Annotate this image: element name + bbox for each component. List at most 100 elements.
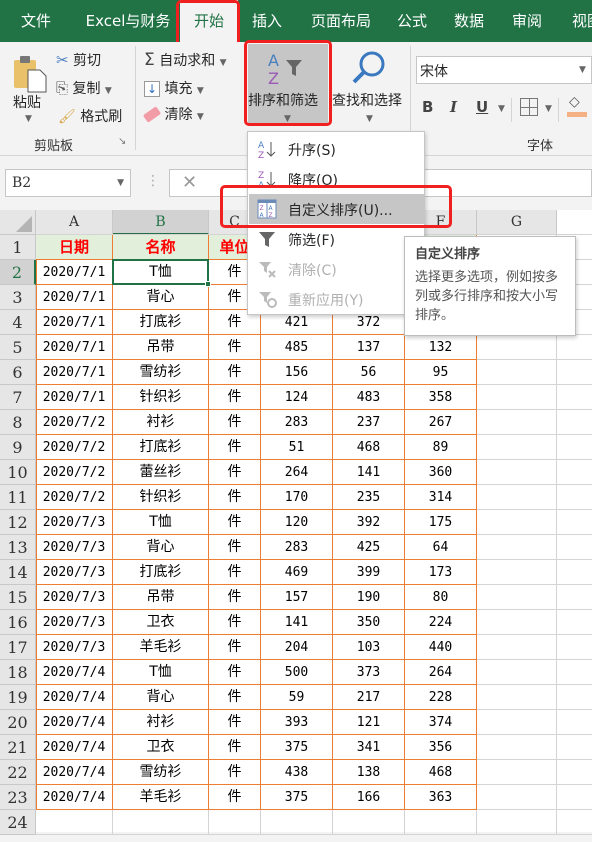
- table-cell[interactable]: 64: [405, 535, 477, 560]
- table-cell[interactable]: 283: [261, 410, 333, 435]
- row-header[interactable]: 15: [0, 585, 36, 610]
- paste-button[interactable]: [12, 54, 48, 94]
- fill-button[interactable]: ↓ 填充 ▼: [144, 78, 204, 98]
- row-header[interactable]: 18: [0, 660, 36, 685]
- copy-dropdown-caret[interactable]: ▼: [105, 86, 112, 96]
- table-cell[interactable]: 2020/7/3: [36, 610, 113, 635]
- paste-dropdown-caret[interactable]: ▼: [25, 114, 32, 124]
- table-cell[interactable]: 141: [261, 610, 333, 635]
- table-cell[interactable]: 350: [333, 610, 405, 635]
- table-cell[interactable]: 173: [405, 560, 477, 585]
- table-cell[interactable]: 件: [209, 685, 261, 710]
- table-cell[interactable]: 背心: [113, 535, 209, 560]
- table-cell[interactable]: 件: [209, 335, 261, 360]
- row-header[interactable]: 11: [0, 485, 36, 510]
- table-cell[interactable]: 2020/7/4: [36, 760, 113, 785]
- borders-button[interactable]: [520, 98, 538, 116]
- table-cell[interactable]: 103: [333, 635, 405, 660]
- table-cell[interactable]: 124: [261, 385, 333, 410]
- select-all-corner[interactable]: [0, 210, 36, 235]
- table-cell[interactable]: 衬衫: [113, 710, 209, 735]
- row-header[interactable]: 14: [0, 560, 36, 585]
- cancel-icon[interactable]: ✕: [182, 172, 197, 193]
- table-cell[interactable]: 件: [209, 635, 261, 660]
- column-header-g[interactable]: G: [477, 210, 557, 235]
- table-cell[interactable]: 341: [333, 735, 405, 760]
- table-cell[interactable]: 224: [405, 610, 477, 635]
- row-header[interactable]: 19: [0, 685, 36, 710]
- row-header[interactable]: 9: [0, 435, 36, 460]
- table-cell[interactable]: 雪纺衫: [113, 360, 209, 385]
- row-header[interactable]: 7: [0, 385, 36, 410]
- table-cell[interactable]: 2020/7/3: [36, 510, 113, 535]
- table-cell[interactable]: 件: [209, 710, 261, 735]
- table-cell[interactable]: T恤: [113, 660, 209, 685]
- table-cell[interactable]: 针织衫: [113, 485, 209, 510]
- table-cell[interactable]: 217: [333, 685, 405, 710]
- table-cell[interactable]: 2020/7/1: [36, 285, 113, 310]
- row-header[interactable]: 4: [0, 310, 36, 335]
- table-cell[interactable]: 2020/7/3: [36, 635, 113, 660]
- table-cell[interactable]: 95: [405, 360, 477, 385]
- table-cell[interactable]: 264: [261, 460, 333, 485]
- table-cell[interactable]: 235: [333, 485, 405, 510]
- table-cell[interactable]: 2020/7/4: [36, 710, 113, 735]
- row-header[interactable]: 24: [0, 810, 36, 835]
- underline-button[interactable]: U: [476, 98, 488, 116]
- table-cell[interactable]: 2020/7/3: [36, 535, 113, 560]
- font-name-select[interactable]: 宋体 ▼: [416, 56, 592, 84]
- row-header[interactable]: 5: [0, 335, 36, 360]
- table-cell[interactable]: 件: [209, 560, 261, 585]
- table-cell[interactable]: 121: [333, 710, 405, 735]
- italic-button[interactable]: I: [450, 98, 457, 116]
- table-cell[interactable]: 2020/7/4: [36, 735, 113, 760]
- table-cell[interactable]: 283: [261, 535, 333, 560]
- clear-dropdown-caret[interactable]: ▼: [197, 112, 204, 122]
- table-cell[interactable]: 件: [209, 610, 261, 635]
- table-cell[interactable]: 2020/7/4: [36, 785, 113, 810]
- table-cell[interactable]: 件: [209, 485, 261, 510]
- table-cell[interactable]: 500: [261, 660, 333, 685]
- table-cell[interactable]: 打底衫: [113, 435, 209, 460]
- table-cell[interactable]: T恤: [113, 510, 209, 535]
- table-cell[interactable]: 228: [405, 685, 477, 710]
- table-cell[interactable]: 483: [333, 385, 405, 410]
- table-cell[interactable]: 羊毛衫: [113, 785, 209, 810]
- header-cell[interactable]: 名称: [113, 235, 209, 260]
- table-cell[interactable]: 件: [209, 535, 261, 560]
- name-box[interactable]: B2 ▼: [5, 169, 131, 197]
- font-name-caret[interactable]: ▼: [579, 65, 586, 75]
- name-box-caret[interactable]: ▼: [117, 170, 124, 196]
- table-cell[interactable]: 51: [261, 435, 333, 460]
- table-cell[interactable]: 80: [405, 585, 477, 610]
- table-cell[interactable]: 374: [405, 710, 477, 735]
- table-cell[interactable]: 2020/7/1: [36, 310, 113, 335]
- row-header[interactable]: 21: [0, 735, 36, 760]
- table-cell[interactable]: 2020/7/4: [36, 685, 113, 710]
- table-cell[interactable]: T恤: [113, 260, 209, 285]
- table-cell[interactable]: 190: [333, 585, 405, 610]
- fill-color-button[interactable]: ◇: [567, 94, 587, 118]
- table-cell[interactable]: 438: [261, 760, 333, 785]
- table-cell[interactable]: 件: [209, 510, 261, 535]
- table-cell[interactable]: 打底衫: [113, 560, 209, 585]
- cut-button[interactable]: ✂ 剪切: [56, 50, 101, 70]
- row-header[interactable]: 22: [0, 760, 36, 785]
- table-cell[interactable]: 件: [209, 760, 261, 785]
- table-cell[interactable]: 56: [333, 360, 405, 385]
- row-header[interactable]: 8: [0, 410, 36, 435]
- table-cell[interactable]: 2020/7/3: [36, 560, 113, 585]
- table-cell[interactable]: 背心: [113, 685, 209, 710]
- table-cell[interactable]: 375: [261, 785, 333, 810]
- table-cell[interactable]: 156: [261, 360, 333, 385]
- row-header[interactable]: 20: [0, 710, 36, 735]
- underline-caret[interactable]: ▼: [498, 104, 505, 114]
- row-header[interactable]: 13: [0, 535, 36, 560]
- table-cell[interactable]: 314: [405, 485, 477, 510]
- header-cell[interactable]: 日期: [36, 235, 113, 260]
- table-cell[interactable]: 件: [209, 785, 261, 810]
- table-cell[interactable]: 卫衣: [113, 610, 209, 635]
- table-cell[interactable]: 打底衫: [113, 310, 209, 335]
- tab-file[interactable]: 文件: [0, 0, 72, 42]
- tab-formulas[interactable]: 公式: [388, 0, 436, 42]
